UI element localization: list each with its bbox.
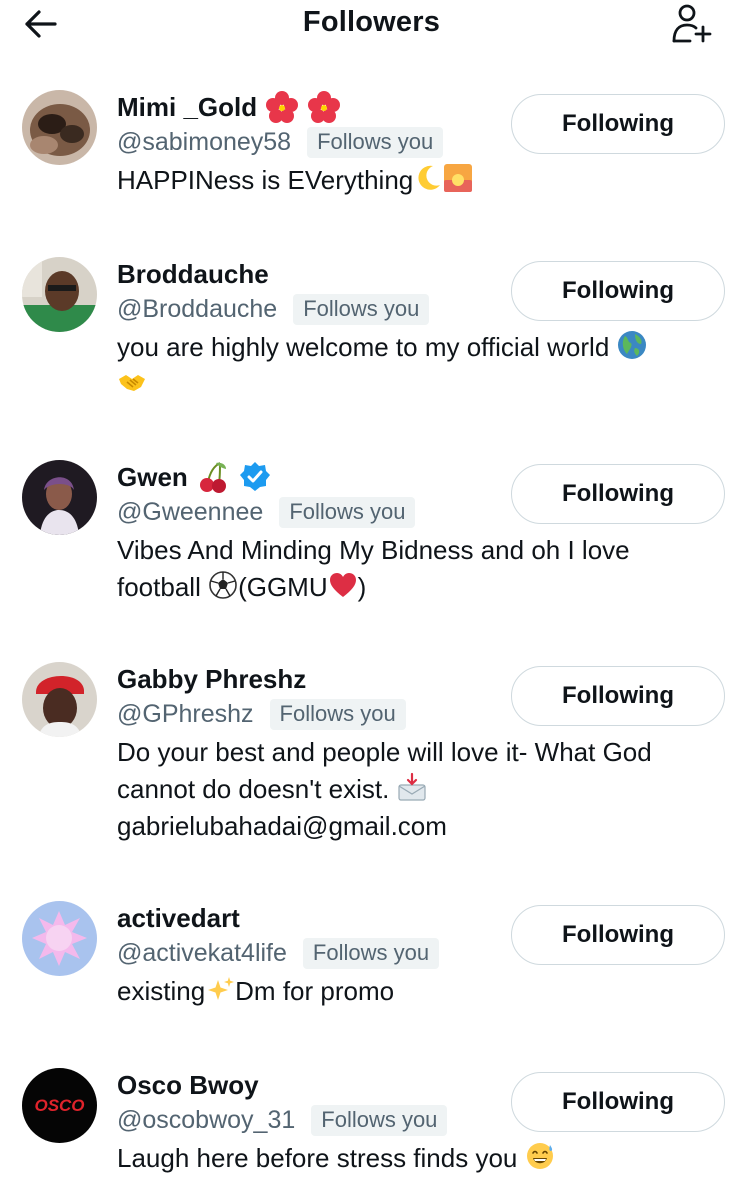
- following-button[interactable]: Following: [511, 1072, 725, 1132]
- user-bio: Vibes And Minding My Bidness and oh I lo…: [117, 532, 717, 606]
- user-bio: HAPPINess is EVerything: [117, 162, 717, 199]
- display-name: Mimi _Gold: [117, 91, 258, 122]
- globe-icon: [617, 331, 646, 359]
- follows-you-badge: Follows you: [302, 937, 440, 969]
- user-bio: you are highly welcome to my official wo…: [117, 329, 717, 403]
- avatar[interactable]: [22, 662, 97, 737]
- display-name: Gabby Phreshz: [117, 663, 307, 694]
- display-name: Gwen: [117, 461, 188, 492]
- hibiscus-icon: [308, 91, 341, 123]
- bio-text: HAPPINess is EVerything: [117, 165, 414, 195]
- bio-text: you are highly welcome to my official wo…: [117, 332, 610, 362]
- person-add-icon: [672, 4, 712, 43]
- follows-you-badge: Follows you: [279, 496, 416, 528]
- verified-badge-icon: [239, 462, 270, 491]
- display-name: Osco Bwoy: [117, 1069, 259, 1100]
- user-handle: @Gweennee: [117, 497, 264, 526]
- bio-text: existing: [117, 976, 206, 1006]
- soccer-ball-icon: [209, 571, 237, 599]
- following-button[interactable]: Following: [511, 905, 725, 965]
- following-button[interactable]: Following: [511, 261, 725, 321]
- avatar[interactable]: [22, 901, 97, 976]
- crescent-moon-icon: [418, 165, 441, 190]
- add-user-button[interactable]: [668, 2, 716, 46]
- user-handle: @oscobwoy_31: [117, 1105, 296, 1134]
- top-bar: Followers: [0, 0, 743, 50]
- avatar[interactable]: [22, 90, 97, 165]
- user-handle: @GPhreshz: [117, 699, 254, 728]
- display-name: activedart: [117, 902, 240, 933]
- handshake-icon: [119, 375, 145, 391]
- follows-you-badge: Follows you: [269, 698, 406, 730]
- avatar-logo-text: OSCO: [34, 1096, 84, 1115]
- avatar[interactable]: OSCO: [22, 1068, 97, 1143]
- bio-text: football: [117, 572, 201, 602]
- following-button[interactable]: Following: [511, 94, 725, 154]
- user-handle: @sabimoney58: [117, 127, 292, 156]
- bio-text: cannot do doesn't exist.: [117, 774, 390, 804]
- sweat-smile-icon: [526, 1143, 553, 1169]
- cherries-icon: [199, 462, 226, 493]
- follows-you-badge: Follows you: [307, 126, 444, 158]
- user-bio: existing Dm for promo: [117, 973, 717, 1010]
- follows-you-badge: Follows you: [311, 1104, 448, 1136]
- red-heart-icon: [329, 573, 356, 597]
- bio-text: Dm for promo: [235, 976, 395, 1006]
- bio-text: ): [357, 572, 367, 602]
- follows-you-badge: Follows you: [293, 293, 430, 325]
- bio-text: Laugh here before stress finds you: [117, 1143, 518, 1173]
- sunrise-icon: [444, 164, 473, 192]
- envelope-arrow-icon: [398, 772, 426, 801]
- avatar[interactable]: [22, 460, 97, 535]
- hibiscus-icon: [266, 91, 299, 123]
- user-bio: Laugh here before stress finds you: [117, 1140, 717, 1177]
- display-name: Broddauche: [117, 258, 269, 289]
- bio-email[interactable]: gabrielubahadai@gmail.com: [117, 811, 447, 841]
- user-handle: @activekat4life: [117, 938, 287, 967]
- bio-text: Do your best and people will love it- Wh…: [117, 737, 652, 767]
- page-title: Followers: [302, 6, 441, 38]
- bio-text: (GGMU: [238, 572, 328, 602]
- user-handle: @Broddauche: [117, 294, 278, 323]
- user-bio: Do your best and people will love it- Wh…: [117, 734, 717, 845]
- following-button[interactable]: Following: [511, 666, 725, 726]
- bio-text: Vibes And Minding My Bidness and oh I lo…: [117, 535, 630, 565]
- sparkles-icon: [208, 977, 235, 1000]
- following-button[interactable]: Following: [511, 464, 725, 524]
- avatar[interactable]: [22, 257, 97, 332]
